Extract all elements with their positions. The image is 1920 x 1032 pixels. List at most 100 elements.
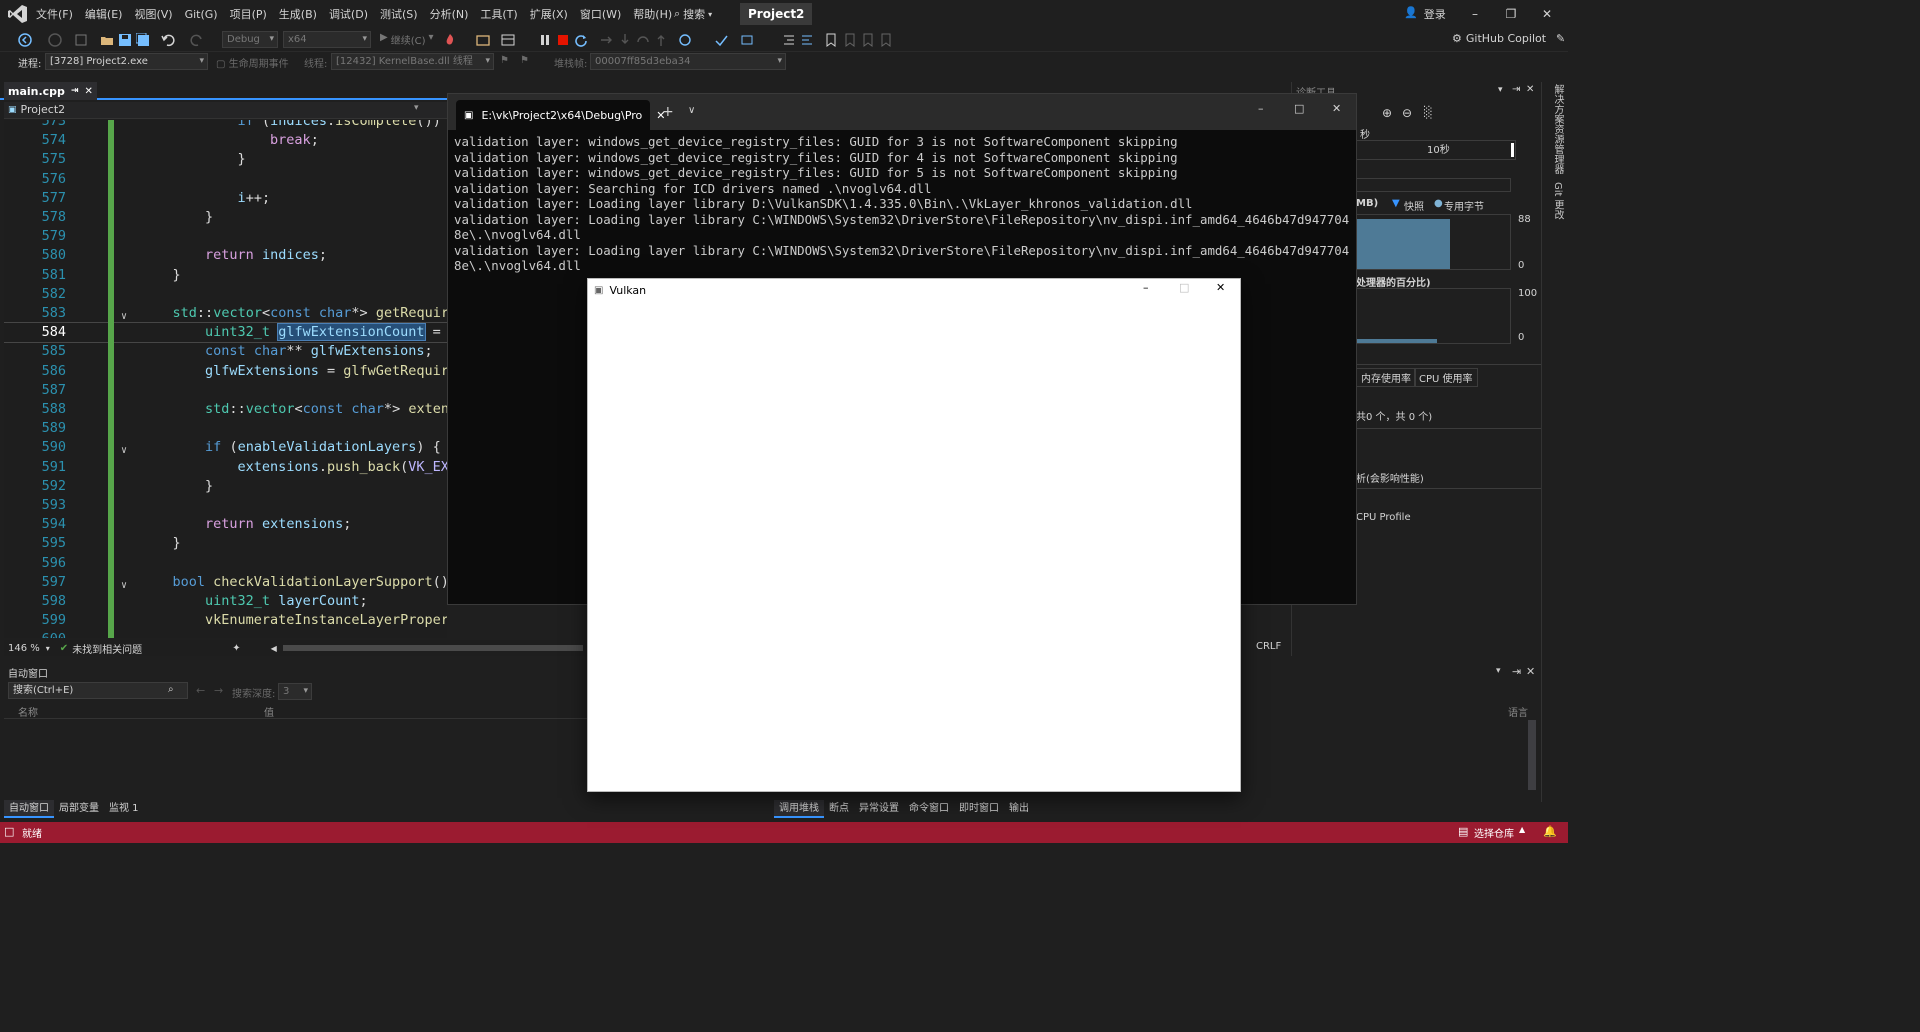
save-all-icon[interactable]	[136, 33, 150, 47]
tab-main-cpp[interactable]: main.cpp ⇥ ✕	[4, 82, 97, 100]
minimize-button[interactable]: –	[1465, 4, 1485, 24]
project-scope-dropdown[interactable]: ▣ Project2	[8, 103, 65, 116]
pause-icon[interactable]	[538, 33, 552, 47]
tab-exception-settings[interactable]: 异常设置	[854, 800, 904, 818]
menu-debug[interactable]: 调试(D)	[323, 6, 374, 22]
code-line[interactable]: 577 i++;	[4, 189, 447, 208]
minimize-button[interactable]: –	[1258, 102, 1264, 115]
layout-icon[interactable]	[501, 33, 515, 47]
console-tab[interactable]: ▣ E:\vk\Project2\x64\Debug\Pro ✕	[456, 100, 666, 130]
lifecycle-events-button[interactable]: ▢ 生命周期事件	[216, 55, 289, 70]
platform-select[interactable]: x64	[283, 31, 371, 48]
zoom-level[interactable]: 146 %	[8, 643, 40, 654]
zoom-in-icon[interactable]: ⊕	[1382, 106, 1392, 120]
step-into-icon[interactable]	[618, 33, 632, 47]
new-tab-button[interactable]: +	[662, 104, 674, 120]
code-line[interactable]: 586 glfwExtensions = glfwGetRequiredInst…	[4, 362, 447, 381]
cpu-graph[interactable]	[1356, 288, 1511, 344]
menu-build[interactable]: 生成(B)	[273, 6, 323, 22]
outdent-icon[interactable]	[800, 33, 814, 47]
forward-icon[interactable]	[48, 33, 62, 47]
show-next-statement-icon[interactable]	[600, 33, 614, 47]
git-changes-tab[interactable]: Git 更改	[1550, 182, 1565, 220]
code-line[interactable]: 580 return indices;	[4, 246, 447, 265]
timeline-cursor[interactable]	[1511, 143, 1514, 157]
tab-command-window[interactable]: 命令窗口	[904, 800, 954, 818]
zoom-out-icon[interactable]: ⊖	[1402, 106, 1412, 120]
select-repository-button[interactable]: 选择仓库	[1474, 825, 1514, 840]
stackframe-select[interactable]: 00007ff85d3eba34	[590, 53, 786, 70]
code-line[interactable]: 573 if (indices.isComplete()) {	[4, 120, 447, 131]
menu-test[interactable]: 测试(S)	[374, 6, 424, 22]
flag-all-icon[interactable]: ⚑	[520, 55, 529, 66]
menu-file[interactable]: 文件(F)	[30, 6, 79, 22]
fold-chevron-icon[interactable]: ∨	[118, 441, 130, 456]
indent-icon[interactable]	[782, 33, 796, 47]
github-copilot-button[interactable]: ⚙ GitHub Copilot ✎	[1452, 32, 1565, 45]
code-line[interactable]: 582	[4, 285, 447, 304]
comment-icon[interactable]	[740, 33, 754, 47]
code-line[interactable]: 576	[4, 170, 447, 189]
restart-icon[interactable]	[574, 33, 588, 47]
continue-button[interactable]: ▶ 继续(C) ▾	[380, 32, 434, 47]
horizontal-scrollbar[interactable]	[282, 645, 583, 651]
close-button[interactable]: ✕	[1332, 102, 1341, 115]
clear-bookmarks-icon[interactable]	[879, 33, 893, 47]
tab-autos[interactable]: 自动窗口	[4, 800, 54, 818]
restore-button[interactable]: ❐	[1501, 4, 1521, 24]
back-arrow-icon[interactable]: ←	[196, 684, 205, 697]
brush-icon[interactable]: ✦	[232, 643, 240, 654]
open-folder-icon[interactable]	[100, 33, 114, 47]
col-name-header[interactable]: 名称	[18, 704, 38, 719]
spellcheck-icon[interactable]	[714, 33, 728, 47]
code-line[interactable]: 588 std::vector<const char*> extensions(…	[4, 400, 447, 419]
memory-graph[interactable]	[1356, 214, 1511, 270]
code-editor[interactable]: 573 if (indices.isComplete()) {574 break…	[4, 120, 447, 638]
tab-memory-usage[interactable]: 内存使用率	[1356, 368, 1416, 387]
menu-help[interactable]: 帮助(H)	[627, 6, 678, 22]
menu-window[interactable]: 窗口(W)	[574, 6, 627, 22]
chevron-up-icon[interactable]: ▲	[1519, 825, 1525, 834]
prev-bookmark-icon[interactable]	[843, 33, 857, 47]
new-project-icon[interactable]	[74, 33, 88, 47]
bookmark-icon[interactable]	[824, 33, 838, 47]
vertical-scrollbar[interactable]	[1528, 720, 1536, 790]
close-button[interactable]: ✕	[1537, 4, 1557, 24]
scroll-left-icon[interactable]: ◀	[271, 644, 277, 653]
col-language-header[interactable]: 语言	[1508, 704, 1528, 719]
code-line[interactable]: 589	[4, 419, 447, 438]
maximize-button[interactable]: □	[1294, 102, 1304, 115]
chevron-down-icon[interactable]: ▾	[1496, 666, 1501, 676]
search-button[interactable]: ⌕ 搜索 ▾	[674, 5, 712, 23]
forward-arrow-icon[interactable]: →	[214, 684, 223, 697]
stop-icon[interactable]	[556, 33, 570, 47]
line-ending-label[interactable]: CRLF	[1256, 641, 1281, 652]
code-line[interactable]: 585 const char** glfwExtensions;	[4, 342, 447, 361]
code-line[interactable]: 600	[4, 630, 447, 638]
code-line[interactable]: 574 break;	[4, 131, 447, 150]
code-line[interactable]: 579	[4, 227, 447, 246]
close-tab-icon[interactable]: ✕	[84, 86, 92, 97]
chart-icon[interactable]: ░	[1424, 106, 1432, 119]
redo-icon[interactable]	[190, 33, 204, 47]
code-line[interactable]: 596	[4, 554, 447, 573]
pin-icon[interactable]: ⇥	[71, 86, 79, 96]
menu-analyze[interactable]: 分析(N)	[424, 6, 475, 22]
save-icon[interactable]	[118, 33, 132, 47]
chevron-down-icon[interactable]: ▾	[414, 103, 419, 113]
tab-immediate-window[interactable]: 即时窗口	[954, 800, 1004, 818]
menu-extensions[interactable]: 扩展(X)	[524, 6, 574, 22]
code-line[interactable]: 597 bool checkValidationLayerSupport() {…	[4, 573, 447, 592]
col-value-header[interactable]: 值	[264, 704, 274, 719]
close-icon[interactable]: ✕	[1526, 665, 1535, 678]
thread-select[interactable]: [12432] KernelBase.dll 线程	[331, 53, 494, 70]
next-bookmark-icon[interactable]	[861, 33, 875, 47]
code-line[interactable]: 593	[4, 496, 447, 515]
code-line[interactable]: 587	[4, 381, 447, 400]
code-line[interactable]: 590 if (enableValidationLayers) {∨	[4, 438, 447, 457]
open-browser-icon[interactable]	[476, 33, 490, 47]
code-line[interactable]: 575 }	[4, 150, 447, 169]
code-line[interactable]: 598 uint32_t layerCount;	[4, 592, 447, 611]
flag-thread-icon[interactable]: ⚑	[500, 55, 509, 66]
code-line[interactable]: 583 std::vector<const char*> getRequired…	[4, 304, 447, 323]
